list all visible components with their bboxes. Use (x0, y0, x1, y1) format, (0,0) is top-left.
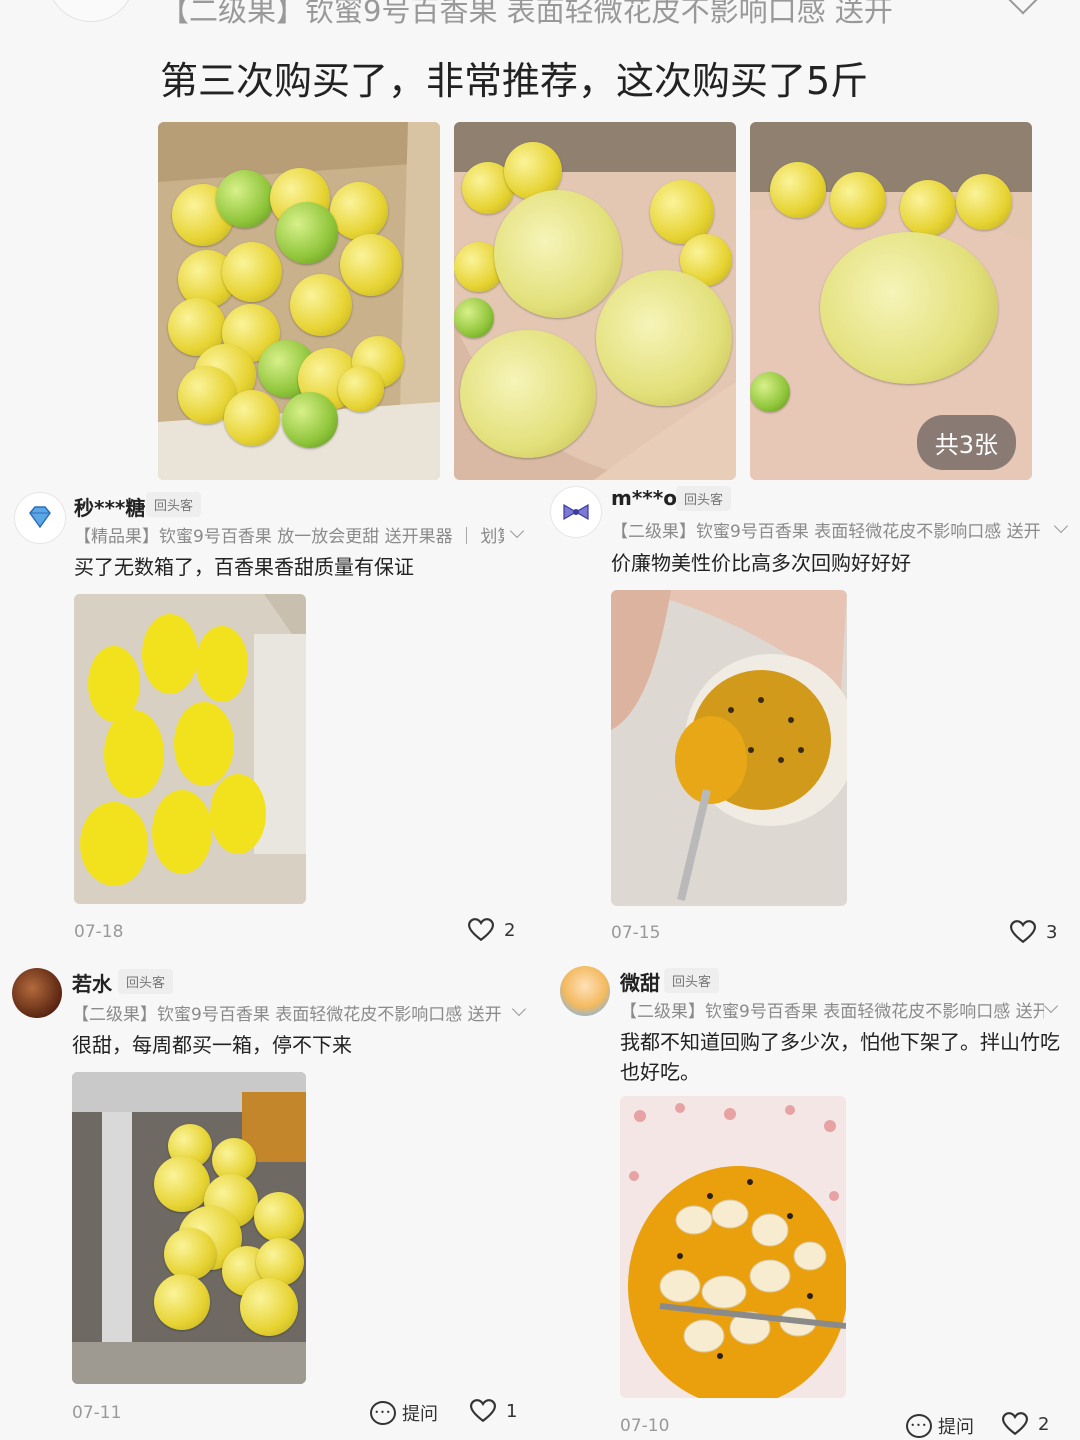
review-photo-2[interactable] (454, 122, 736, 480)
chevron-down-icon[interactable] (511, 1001, 527, 1017)
heart-icon (468, 918, 494, 942)
review-date: 07-15 (611, 923, 661, 943)
product-spec: 【二级果】钦蜜9号百香果 表面轻微花皮不影响口感 送开 (611, 522, 1041, 542)
heart-icon (1010, 920, 1036, 944)
review-text: 买了无数箱了，百香果香甜质量有保证 (74, 555, 414, 579)
ask-question-button[interactable]: ••• 提问 (906, 1413, 974, 1439)
heart-icon (1002, 1412, 1028, 1436)
like-button[interactable]: 3 (1010, 920, 1057, 944)
like-button[interactable]: 2 (468, 918, 515, 942)
review-text: 价廉物美性价比高多次回购好好好 (611, 551, 911, 575)
like-count: 3 (1046, 921, 1058, 943)
returning-customer-badge: 回头客 (676, 486, 732, 511)
like-count: 2 (1038, 1413, 1050, 1435)
user-avatar[interactable] (12, 968, 62, 1018)
comment-bubble-icon: ••• (906, 1414, 932, 1438)
returning-customer-badge: 回头客 (118, 969, 174, 994)
chevron-down-icon[interactable] (509, 523, 525, 539)
like-button[interactable]: 2 (1002, 1412, 1049, 1436)
username[interactable]: 秒***糖 (74, 492, 145, 521)
chevron-down-icon[interactable] (1053, 518, 1069, 534)
review-date: 07-18 (74, 922, 124, 942)
product-spec: 【二级果】钦蜜9号百香果 表面轻微花皮不影响口感 送开 (620, 1002, 1044, 1022)
photo-count-badge[interactable]: 共3张 (916, 415, 1016, 470)
review-photo[interactable] (72, 1072, 306, 1384)
netted-fruit-box-image (74, 594, 306, 904)
review-photo-3[interactable]: 共3张 (750, 122, 1032, 480)
user-avatar[interactable] (14, 492, 66, 544)
review-text: 我都不知道回购了多少次，怕他下架了。拌山竹吃也好吃。 (620, 1030, 1060, 1084)
passion-fruit-bowl-image (611, 590, 847, 901)
returning-customer-badge: 回头客 (664, 968, 720, 993)
ask-question-button[interactable]: ••• 提问 (370, 1400, 438, 1426)
chevron-down-icon[interactable] (1007, 0, 1039, 15)
passion-fruit-mangosteen-bowl-image (628, 1103, 846, 1398)
product-spec: 【二级果】钦蜜9号百香果 表面轻微花皮不影响口感 送开 (72, 1005, 502, 1025)
review-text: 很甜，每周都买一箱，停不下来 (72, 1033, 352, 1057)
username[interactable]: 若水 (72, 968, 112, 997)
like-count: 1 (506, 1400, 518, 1422)
review-photo[interactable] (611, 590, 847, 906)
returning-customer-badge: 回头客 (146, 492, 202, 517)
bow-avatar-icon (563, 503, 589, 521)
review-text: 第三次购买了，非常推荐，这次购买了5斤 (160, 59, 869, 103)
comment-bubble-icon: ••• (370, 1401, 396, 1425)
review-date: 07-11 (72, 1403, 122, 1423)
diamond-avatar-icon (29, 506, 51, 529)
ask-label: 提问 (938, 1417, 974, 1438)
product-spec: 【二级果】钦蜜9号百香果 表面轻微花皮不影响口感 送开 (160, 0, 893, 28)
chevron-down-icon[interactable] (1043, 998, 1059, 1014)
user-avatar[interactable] (550, 486, 602, 538)
ask-label: 提问 (402, 1404, 438, 1425)
reviewer-avatar[interactable] (48, 0, 134, 22)
product-spec: 【精品果】钦蜜9号百香果 放一放会更甜 送开果器 ｜ 划算 (74, 527, 504, 547)
heart-icon (470, 1399, 496, 1423)
like-count: 2 (504, 919, 516, 941)
review-photo[interactable] (620, 1096, 846, 1398)
username[interactable]: m***o (611, 486, 677, 510)
review-date: 07-10 (620, 1416, 670, 1436)
review-photo-1[interactable] (158, 122, 440, 480)
username[interactable]: 微甜 (620, 967, 660, 996)
user-avatar[interactable] (560, 966, 610, 1016)
review-photo[interactable] (74, 594, 306, 904)
like-button[interactable]: 1 (470, 1399, 517, 1423)
